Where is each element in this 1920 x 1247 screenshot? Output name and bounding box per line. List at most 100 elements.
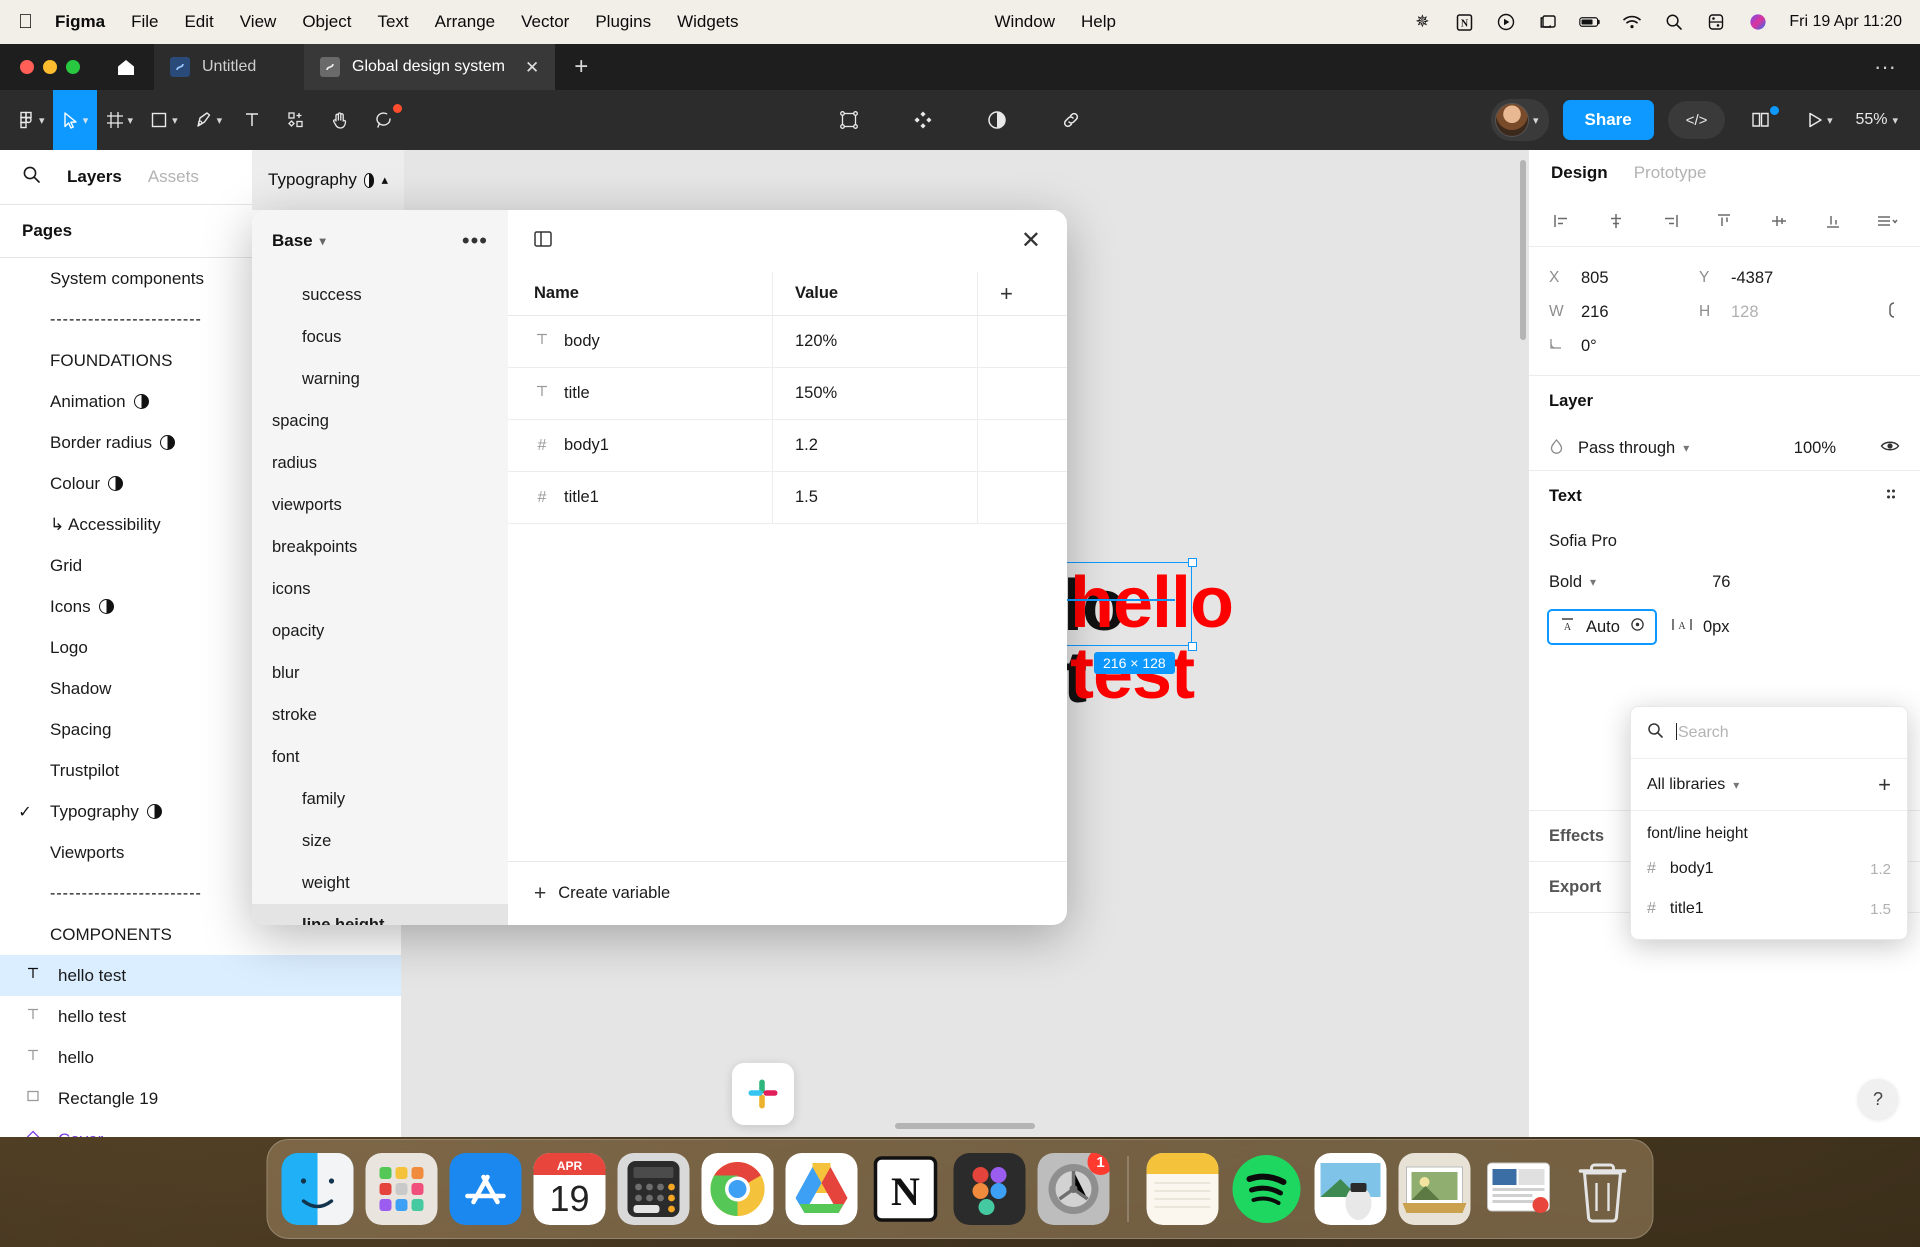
font-size-field[interactable]: 76: [1712, 573, 1730, 592]
minimize-window-button[interactable]: [43, 60, 57, 74]
group-item-font[interactable]: font: [252, 736, 508, 778]
menu-item-plugins[interactable]: Plugins: [595, 12, 651, 32]
control-center-icon[interactable]: [1705, 11, 1727, 33]
dock-item-calculator[interactable]: [617, 1153, 690, 1225]
component-icon[interactable]: [827, 90, 871, 150]
font-weight-selector[interactable]: Bold ▾: [1549, 573, 1596, 592]
menu-item-widgets[interactable]: Widgets: [677, 12, 738, 32]
chevron-down-icon[interactable]: ▾: [1892, 114, 1898, 127]
close-icon[interactable]: ✕: [1021, 229, 1041, 253]
search-icon[interactable]: [22, 165, 41, 189]
dock-item-calendar[interactable]: APR 19: [533, 1153, 606, 1225]
library-filter-selector[interactable]: All libraries ▾: [1647, 776, 1739, 794]
dock-item-figma[interactable]: [953, 1153, 1026, 1225]
wifi-icon[interactable]: [1621, 11, 1643, 33]
align-right-icon[interactable]: [1657, 208, 1683, 234]
tab-design[interactable]: Design: [1551, 163, 1608, 183]
chevron-down-icon[interactable]: ▾: [1733, 778, 1739, 792]
variable-name-cell[interactable]: body: [508, 316, 773, 367]
dev-mode-button[interactable]: </>: [1667, 101, 1726, 139]
blend-mode-selector[interactable]: Pass through ▾: [1578, 439, 1689, 458]
tab-assets[interactable]: Assets: [148, 167, 199, 187]
dock-item-system-settings[interactable]: 1: [1037, 1153, 1110, 1225]
vertical-scrollbar[interactable]: [1520, 160, 1526, 340]
dock-item-finder[interactable]: [281, 1153, 354, 1225]
letter-spacing-field[interactable]: A 0px: [1671, 616, 1730, 638]
close-tab-icon[interactable]: ✕: [525, 59, 539, 76]
collection-more-menu[interactable]: •••: [462, 228, 488, 254]
variable-name-cell[interactable]: title: [508, 368, 773, 419]
x-field[interactable]: 805: [1581, 269, 1609, 288]
tab-layers[interactable]: Layers: [67, 167, 122, 187]
w-field[interactable]: 216: [1581, 303, 1609, 322]
layer-item-hello[interactable]: hello: [0, 1037, 401, 1078]
help-button[interactable]: ?: [1858, 1079, 1898, 1119]
tab-global-design-system[interactable]: Global design system ✕: [304, 44, 556, 90]
eye-icon[interactable]: [1880, 438, 1900, 459]
layer-item-hello-test-1[interactable]: hello test: [0, 955, 401, 996]
side-panel-icon[interactable]: [532, 228, 554, 255]
collection-selector[interactable]: Base ▾: [272, 231, 326, 251]
resize-handle-top-right[interactable]: [1187, 557, 1197, 567]
align-horizontal-center-icon[interactable]: [1603, 208, 1629, 234]
maximize-window-button[interactable]: [66, 60, 80, 74]
group-item-spacing[interactable]: spacing: [252, 400, 508, 442]
dock-item-notes[interactable]: [1146, 1153, 1219, 1225]
layer-item-hello-test-2[interactable]: hello test: [0, 996, 401, 1037]
dock-item-app-store[interactable]: [449, 1153, 522, 1225]
play-circle-icon[interactable]: [1495, 11, 1517, 33]
chevron-up-icon[interactable]: ▴: [381, 172, 388, 188]
pen-tool-icon[interactable]: ▾: [186, 90, 231, 150]
table-row[interactable]: # body1 1.2: [508, 420, 1067, 472]
align-left-icon[interactable]: [1549, 208, 1575, 234]
slack-logo-card[interactable]: [732, 1063, 794, 1125]
chevron-down-icon[interactable]: ▾: [128, 114, 134, 127]
frame-tool-icon[interactable]: ▾: [97, 90, 142, 150]
new-tab-button[interactable]: +: [555, 44, 607, 90]
variable-name-cell[interactable]: # title1: [508, 472, 773, 523]
text-settings-icon[interactable]: [1882, 485, 1900, 508]
apple-menu-icon[interactable]: : [18, 12, 33, 32]
search-input[interactable]: Search: [1676, 723, 1729, 742]
tab-untitled[interactable]: Untitled: [154, 44, 304, 90]
opacity-field[interactable]: 100%: [1794, 439, 1836, 458]
siri-icon[interactable]: [1747, 11, 1769, 33]
dock-item-downloads-stack[interactable]: [1483, 1153, 1555, 1225]
font-family-field[interactable]: Sofia Pro: [1529, 521, 1920, 561]
group-item-success[interactable]: success: [252, 274, 508, 316]
group-item-opacity[interactable]: opacity: [252, 610, 508, 652]
align-more-icon[interactable]: [1874, 208, 1900, 234]
share-button[interactable]: Share: [1562, 100, 1654, 140]
chevron-down-icon[interactable]: ▾: [1683, 441, 1689, 455]
table-row[interactable]: body 120%: [508, 316, 1067, 368]
variable-value-cell[interactable]: 120%: [773, 316, 978, 367]
chevron-down-icon[interactable]: ▾: [217, 114, 223, 127]
align-top-icon[interactable]: [1711, 208, 1737, 234]
notion-icon[interactable]: N: [1453, 11, 1475, 33]
styles-icon[interactable]: [975, 90, 1019, 150]
menu-item-view[interactable]: View: [240, 12, 277, 32]
variable-value-cell[interactable]: 1.5: [773, 472, 978, 523]
dock-item-chrome[interactable]: [701, 1153, 774, 1225]
dock-item-google-drive[interactable]: [785, 1153, 858, 1225]
menu-item-help[interactable]: Help: [1081, 12, 1116, 32]
rotation-field[interactable]: 0°: [1581, 337, 1597, 356]
group-item-radius[interactable]: radius: [252, 442, 508, 484]
comment-tool-icon[interactable]: [362, 90, 406, 150]
figma-menu-icon[interactable]: ▾: [8, 90, 53, 150]
chevron-down-icon[interactable]: ▾: [1533, 114, 1539, 127]
group-item-size[interactable]: size: [252, 820, 508, 862]
line-height-field[interactable]: A Auto: [1547, 609, 1657, 645]
group-item-stroke[interactable]: stroke: [252, 694, 508, 736]
menu-item-edit[interactable]: Edit: [184, 12, 213, 32]
asterisk-icon[interactable]: ✵: [1411, 11, 1433, 33]
chevron-down-icon[interactable]: ▾: [172, 114, 178, 127]
shape-tool-icon[interactable]: ▾: [141, 90, 186, 150]
layer-item-cover[interactable]: Cover: [0, 1119, 401, 1137]
group-item-viewports[interactable]: viewports: [252, 484, 508, 526]
menu-item-window[interactable]: Window: [995, 12, 1055, 32]
actions-tool-icon[interactable]: [274, 90, 318, 150]
search-icon[interactable]: [1663, 11, 1685, 33]
y-field[interactable]: -4387: [1731, 269, 1773, 288]
dock-item-photos-folder[interactable]: [1398, 1153, 1471, 1225]
